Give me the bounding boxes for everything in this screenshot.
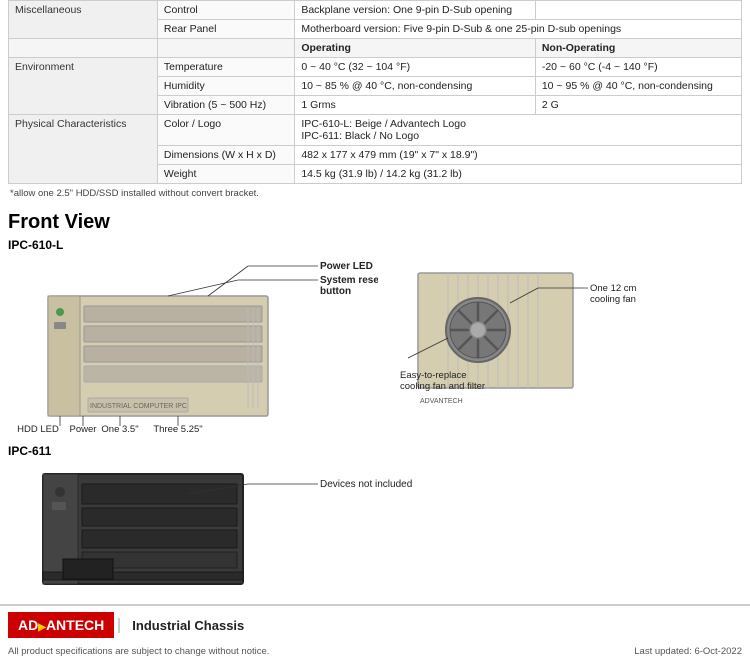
ipc611-label: IPC-611 bbox=[8, 444, 742, 458]
category-environment bbox=[9, 39, 158, 58]
svg-text:button: button bbox=[320, 286, 351, 297]
category-environment-label: Environment bbox=[9, 58, 158, 115]
ipc611-container: Devices not included bbox=[8, 464, 742, 594]
advantech-logo: AD▶ANTECH bbox=[8, 612, 114, 638]
svg-text:One 12 cm / 82 CFM: One 12 cm / 82 CFM bbox=[590, 283, 638, 294]
value-vibration: 1 Grms bbox=[295, 96, 536, 115]
label-temperature: Temperature bbox=[157, 58, 294, 77]
value-temperature: 0 ~ 40 °C (32 ~ 104 °F) bbox=[295, 58, 536, 77]
svg-text:Easy-to-replace: Easy-to-replace bbox=[400, 370, 467, 381]
logo-vantech: ANTECH bbox=[46, 617, 104, 633]
nonop-control bbox=[535, 1, 741, 20]
svg-text:cooling fan: cooling fan bbox=[590, 294, 636, 305]
ipc611-svg: Devices not included bbox=[8, 464, 458, 594]
label-rear-panel: Rear Panel bbox=[157, 20, 294, 39]
svg-text:Power: Power bbox=[70, 424, 97, 433]
category-miscellaneous: Miscellaneous bbox=[9, 1, 158, 39]
logo-triangle: ▶ bbox=[38, 622, 46, 633]
table-row: Miscellaneous Control Backplane version:… bbox=[9, 1, 742, 20]
svg-text:Devices not included: Devices not included bbox=[320, 479, 412, 490]
svg-text:ADVANTECH: ADVANTECH bbox=[420, 398, 463, 405]
svg-text:INDUSTRIAL COMPUTER IPC: INDUSTRIAL COMPUTER IPC bbox=[90, 403, 187, 410]
specs-table: Miscellaneous Control Backplane version:… bbox=[8, 0, 742, 184]
logo-ad: AD bbox=[18, 617, 38, 633]
svg-text:HDD LED: HDD LED bbox=[17, 424, 59, 433]
nonop-vibration: 2 G bbox=[535, 96, 741, 115]
label-color-logo: Color / Logo bbox=[157, 115, 294, 146]
svg-text:cooling fan and filter: cooling fan and filter bbox=[400, 381, 485, 392]
nonop-humidity: 10 ~ 95 % @ 40 °C, non-condensing bbox=[535, 77, 741, 96]
table-row: Physical Characteristics Color / Logo IP… bbox=[9, 115, 742, 146]
label-control: Control bbox=[157, 1, 294, 20]
table-row: Environment Temperature 0 ~ 40 °C (32 ~ … bbox=[9, 58, 742, 77]
category-physical: Physical Characteristics bbox=[9, 115, 158, 184]
table-row-env-header: Operating Non-Operating bbox=[9, 39, 742, 58]
ipc610l-container: INDUSTRIAL COMPUTER IPC Power LED System… bbox=[8, 258, 742, 436]
footer-bar: AD▶ANTECH Industrial Chassis bbox=[0, 604, 750, 644]
footer-bottom-bar: All product specifications are subject t… bbox=[0, 644, 750, 659]
nonop-temperature: -20 ~ 60 °C (-4 ~ 140 °F) bbox=[535, 58, 741, 77]
svg-text:One 3.5": One 3.5" bbox=[101, 424, 138, 433]
ipc610l-diagram-left: INDUSTRIAL COMPUTER IPC Power LED System… bbox=[8, 258, 388, 433]
footer-left: AD▶ANTECH Industrial Chassis bbox=[8, 612, 244, 638]
label-weight: Weight bbox=[157, 165, 294, 184]
label-humidity: Humidity bbox=[157, 77, 294, 96]
value-dimensions: 482 x 177 x 479 mm (19" x 7" x 18.9") bbox=[295, 146, 742, 165]
ipc610l-right-svg: ADVANTECH One 12 cm / 82 CFM cooling fan… bbox=[398, 258, 638, 433]
env-label-header bbox=[157, 39, 294, 58]
ipc610l-label: IPC-610-L bbox=[8, 238, 742, 252]
value-humidity: 10 ~ 85 % @ 40 °C, non-condensing bbox=[295, 77, 536, 96]
label-dimensions: Dimensions (W x H x D) bbox=[157, 146, 294, 165]
env-operating-header: Operating bbox=[295, 39, 536, 58]
ipc610l-svg: INDUSTRIAL COMPUTER IPC Power LED System… bbox=[8, 258, 378, 433]
front-view-title: Front View bbox=[8, 211, 742, 234]
ipc610l-diagram-right: ADVANTECH One 12 cm / 82 CFM cooling fan… bbox=[398, 258, 598, 436]
value-rear-panel: Motherboard version: Five 9-pin D-Sub & … bbox=[295, 20, 742, 39]
footer-product-title: Industrial Chassis bbox=[118, 618, 244, 633]
front-view-section: Front View IPC-610-L bbox=[0, 207, 750, 594]
specs-section: Miscellaneous Control Backplane version:… bbox=[0, 0, 750, 199]
footer-note: All product specifications are subject t… bbox=[8, 646, 269, 657]
svg-text:Three 5.25": Three 5.25" bbox=[153, 424, 202, 433]
footer-area: AD▶ANTECH Industrial Chassis All product… bbox=[0, 604, 750, 659]
value-weight: 14.5 kg (31.9 lb) / 14.2 kg (31.2 lb) bbox=[295, 165, 742, 184]
value-control: Backplane version: One 9-pin D-Sub openi… bbox=[295, 1, 536, 20]
svg-text:Power LED: Power LED bbox=[320, 261, 373, 272]
label-vibration: Vibration (5 ~ 500 Hz) bbox=[157, 96, 294, 115]
footer-last-updated: Last updated: 6-Oct-2022 bbox=[634, 646, 742, 657]
svg-text:System reset: System reset bbox=[320, 275, 378, 286]
specs-note: *allow one 2.5" HDD/SSD installed withou… bbox=[8, 188, 742, 199]
value-color-logo: IPC-610-L: Beige / Advantech LogoIPC-611… bbox=[295, 115, 742, 146]
env-nonoperating-header: Non-Operating bbox=[535, 39, 741, 58]
